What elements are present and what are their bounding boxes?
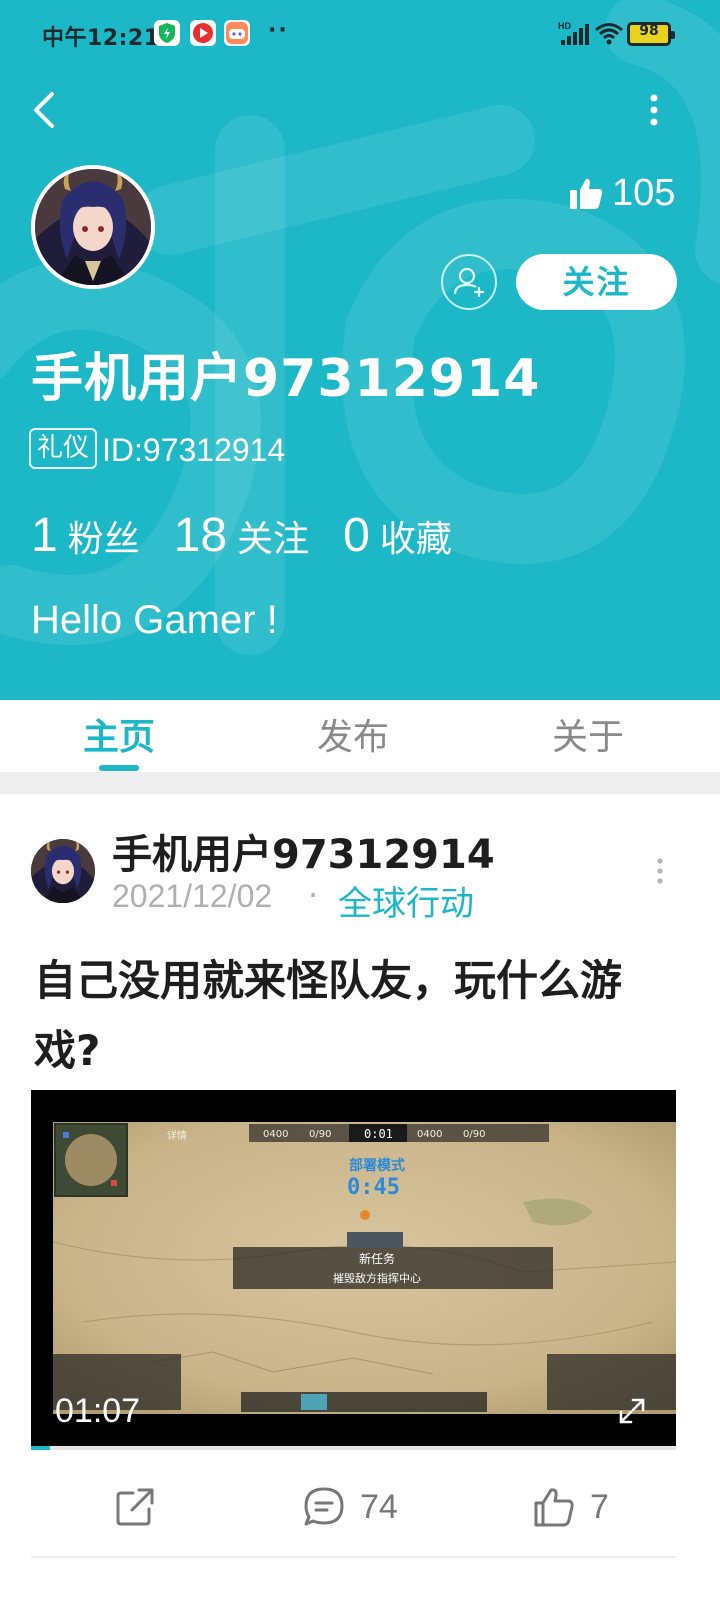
profile-header: 中午12:21 ·· HD 98 105 关注 手机用户97312914 礼仪 … bbox=[0, 0, 720, 700]
tab-posts[interactable]: 发布 bbox=[293, 708, 413, 760]
video-thumbnail: 0400 0/90 0400 0/90 详情 0:01 部署模式 0:45 新任… bbox=[53, 1122, 676, 1414]
hud-mode: 部署模式 bbox=[349, 1157, 405, 1174]
profile-stats: 1 粉丝 18 关注 0 收藏 bbox=[31, 508, 486, 563]
post-actions: 74 7 bbox=[0, 1474, 720, 1538]
status-more-indicator: ·· bbox=[268, 18, 289, 43]
profile-bio: Hello Gamer ! bbox=[31, 598, 278, 642]
fullscreen-icon[interactable] bbox=[615, 1394, 649, 1428]
followers-label: 粉丝 bbox=[67, 519, 140, 560]
section-divider bbox=[0, 772, 720, 794]
post-more-icon[interactable] bbox=[650, 856, 670, 886]
follow-button[interactable]: 关注 bbox=[516, 254, 677, 310]
add-user-icon bbox=[453, 267, 484, 297]
hud-details: 详情 bbox=[167, 1129, 187, 1142]
followers-count: 1 bbox=[31, 509, 58, 562]
following-count: 18 bbox=[173, 509, 228, 562]
hud-mission-title: 新任务 bbox=[359, 1251, 395, 1266]
comment-button[interactable]: 74 bbox=[302, 1482, 398, 1532]
cellular-signal-icon: HD bbox=[558, 21, 589, 45]
profile-name: 手机用户97312914 bbox=[31, 349, 541, 409]
video-progress-bar[interactable] bbox=[31, 1446, 676, 1450]
hud-countdown: 0:45 bbox=[347, 1175, 400, 1200]
tab-about[interactable]: 关于 bbox=[528, 708, 648, 760]
meta-separator: · bbox=[308, 876, 319, 914]
share-button[interactable] bbox=[113, 1482, 171, 1532]
profile-likes: 105 bbox=[568, 168, 675, 218]
video-player[interactable]: 0400 0/90 0400 0/90 详情 0:01 部署模式 0:45 新任… bbox=[31, 1090, 676, 1448]
battery-icon: 98 bbox=[627, 22, 675, 46]
hud-resource-left: 0400 bbox=[263, 1129, 288, 1140]
profile-avatar[interactable] bbox=[31, 165, 155, 289]
game-app-icon bbox=[224, 20, 250, 46]
video-duration: 01:07 bbox=[55, 1392, 141, 1430]
like-button[interactable]: 7 bbox=[532, 1482, 609, 1532]
thumbs-up-icon bbox=[570, 178, 603, 209]
share-icon bbox=[116, 1488, 154, 1526]
comment-icon bbox=[304, 1487, 344, 1526]
like-count: 7 bbox=[590, 1487, 609, 1526]
following-label: 关注 bbox=[237, 519, 310, 560]
shield-app-icon bbox=[154, 20, 180, 46]
wifi-icon bbox=[595, 23, 623, 45]
hud-units-left: 0/90 bbox=[309, 1129, 331, 1140]
favorites-stat[interactable]: 0 收藏 bbox=[343, 508, 452, 563]
hud-units-right: 0/90 bbox=[463, 1129, 485, 1140]
following-stat[interactable]: 18 关注 bbox=[174, 508, 309, 563]
hud-clock: 0:01 bbox=[364, 1127, 393, 1141]
active-tab-indicator bbox=[99, 765, 139, 771]
comment-count: 74 bbox=[360, 1487, 398, 1526]
video-progress-fill bbox=[31, 1446, 51, 1450]
post-bottom-divider bbox=[31, 1556, 676, 1558]
status-time: 中午12:21 bbox=[42, 26, 160, 51]
battery-level: 98 bbox=[639, 23, 659, 39]
video-app-icon bbox=[190, 20, 216, 46]
post-date: 2021/12/02 bbox=[112, 878, 273, 914]
anime-avatar-illustration bbox=[35, 169, 151, 285]
more-vertical-icon[interactable] bbox=[644, 90, 664, 130]
network-type-label: HD bbox=[558, 21, 571, 31]
post-author-avatar[interactable] bbox=[31, 839, 95, 903]
favorites-label: 收藏 bbox=[379, 519, 452, 560]
tab-home[interactable]: 主页 bbox=[59, 708, 179, 760]
hud-resource-right: 0400 bbox=[417, 1129, 442, 1140]
back-arrow-icon[interactable] bbox=[26, 88, 66, 132]
post-category-link[interactable]: 全球行动 bbox=[338, 876, 474, 925]
hud-mission-text: 摧毁敌方指挥中心 bbox=[333, 1271, 421, 1285]
post-author-name[interactable]: 手机用户97312914 bbox=[112, 822, 495, 880]
favorites-count: 0 bbox=[343, 509, 370, 562]
post-title[interactable]: 自己没用就来怪队友，玩什么游戏? bbox=[34, 946, 684, 1086]
etiquette-badge[interactable]: 礼仪 bbox=[29, 428, 98, 469]
thumbs-up-outline-icon bbox=[534, 1488, 574, 1527]
add-friend-button[interactable] bbox=[441, 254, 497, 310]
likes-count: 105 bbox=[612, 171, 676, 214]
followers-stat[interactable]: 1 粉丝 bbox=[31, 508, 140, 563]
status-bar: 中午12:21 ·· HD 98 bbox=[0, 0, 720, 70]
user-id: ID:97312914 bbox=[102, 432, 286, 468]
profile-tabs: 主页 发布 关于 bbox=[0, 700, 720, 772]
anime-avatar-illustration bbox=[31, 839, 95, 903]
